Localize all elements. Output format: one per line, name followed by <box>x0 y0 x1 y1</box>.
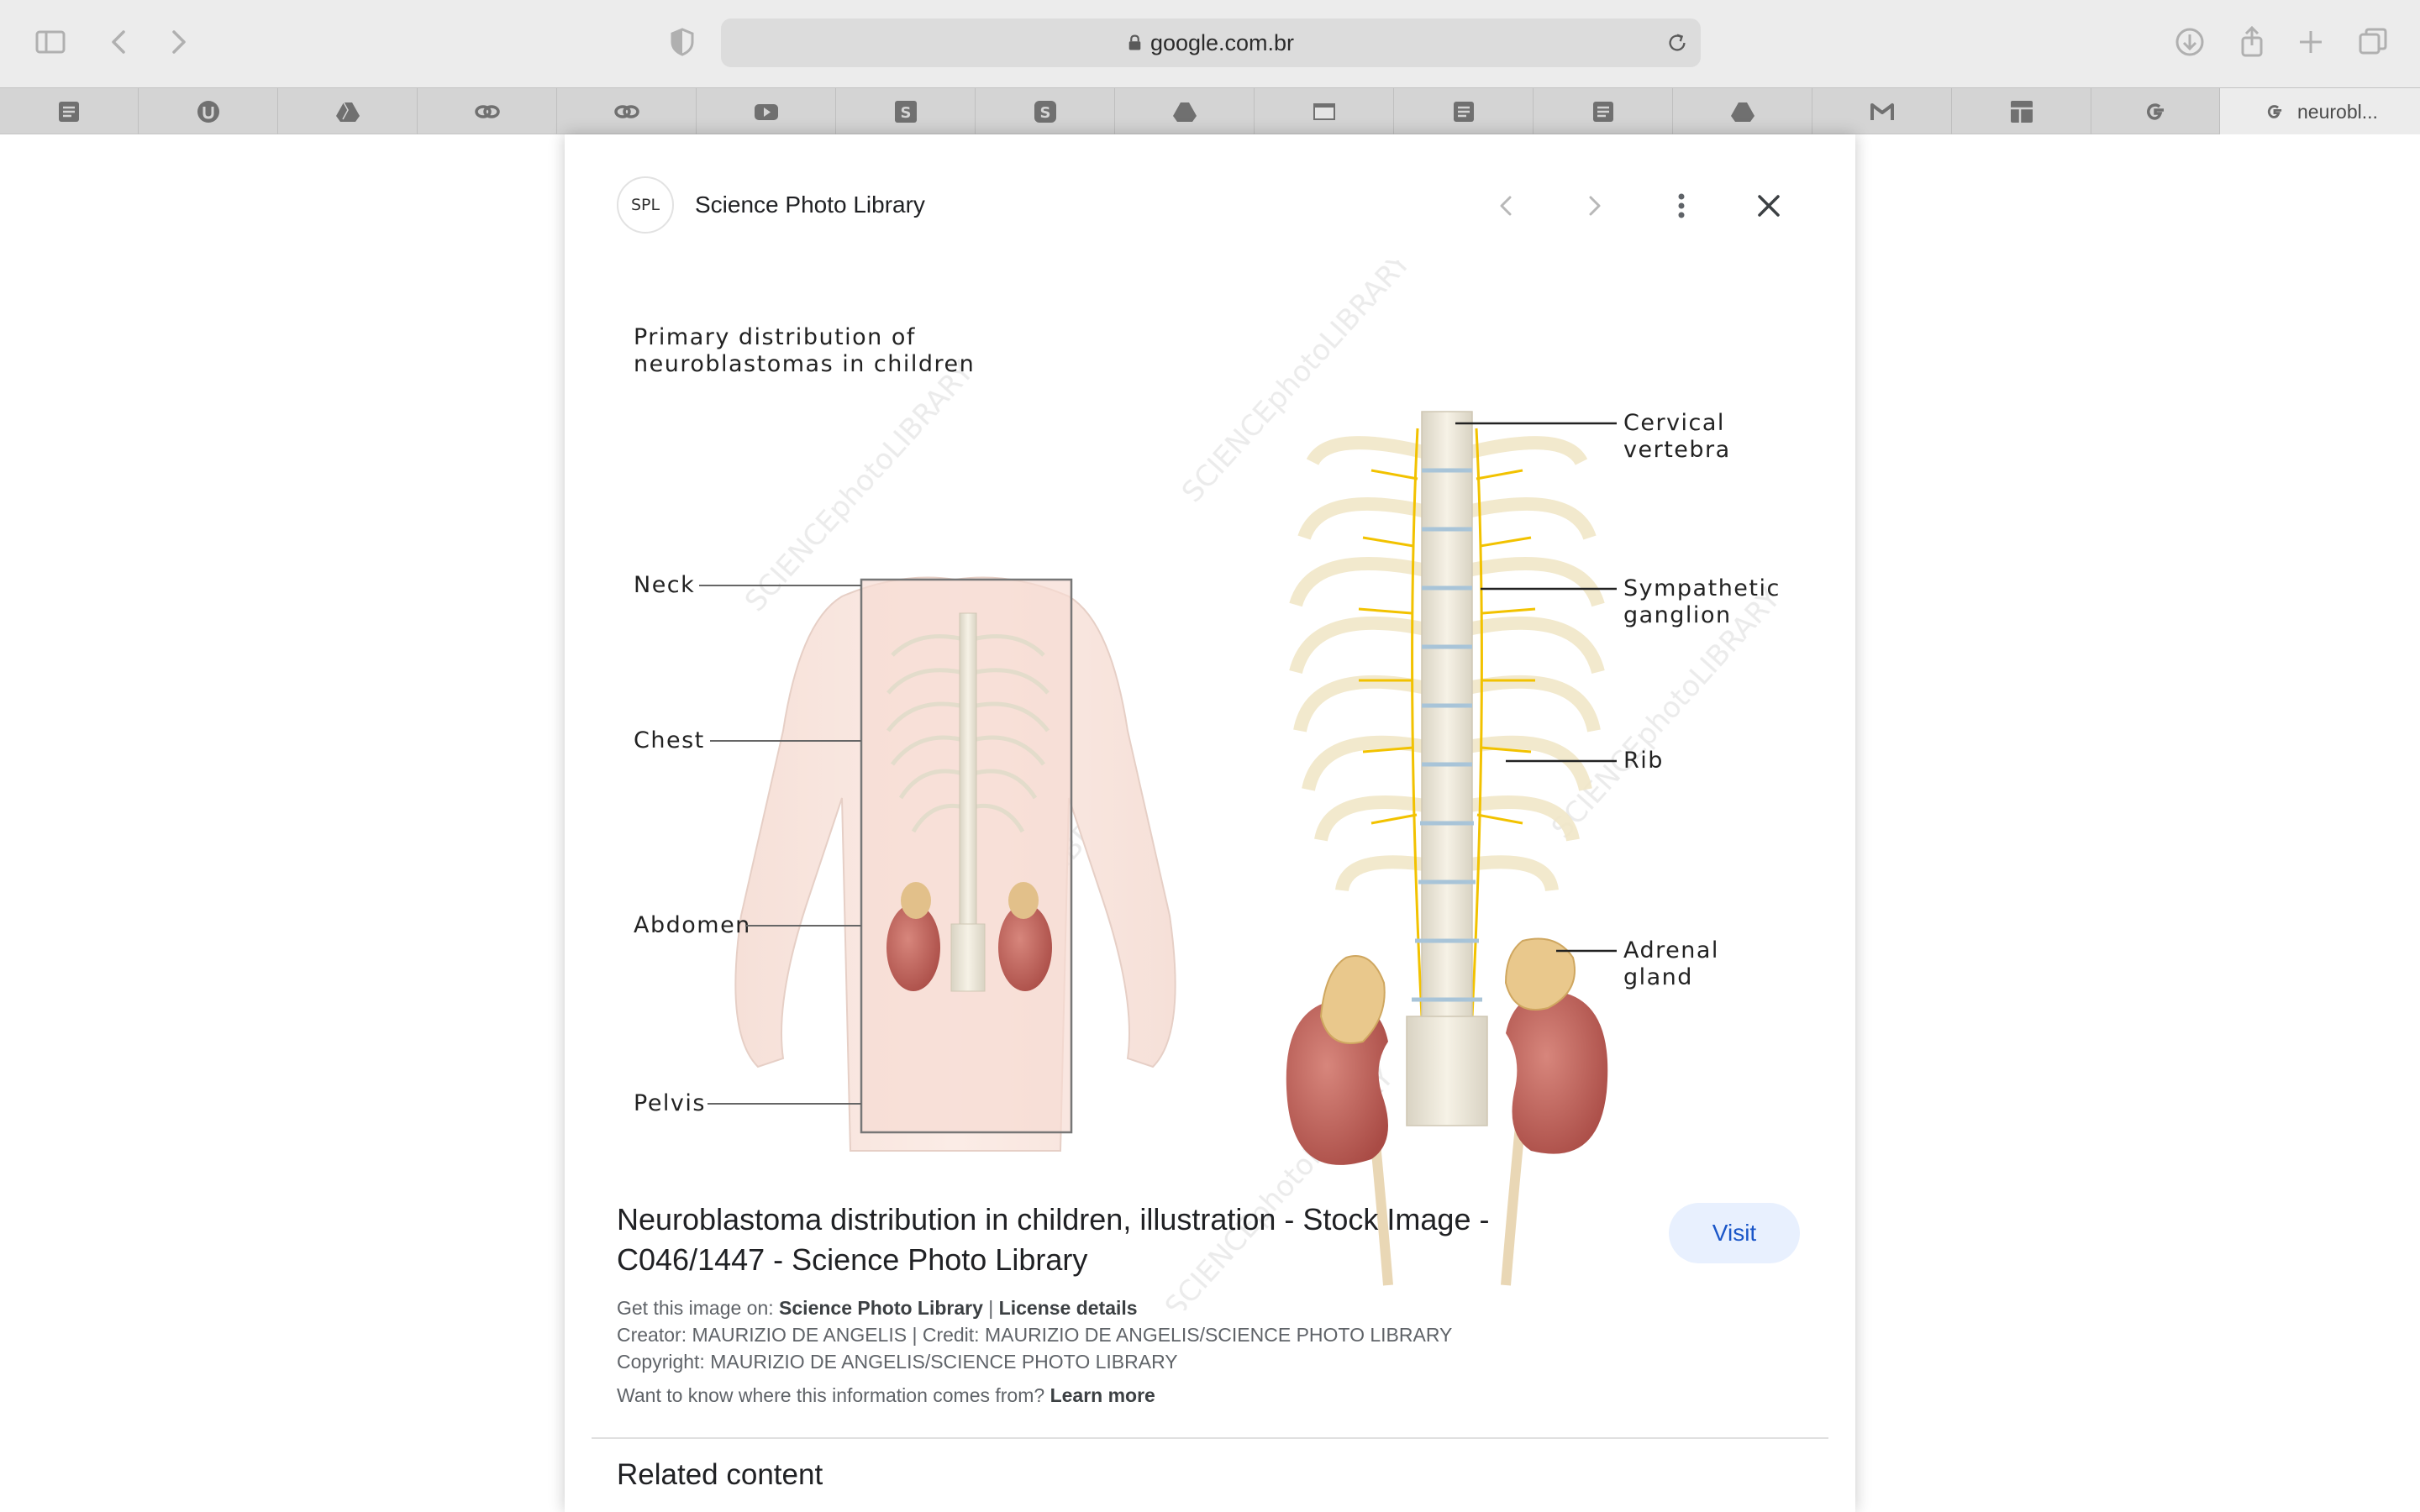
image-source-line: Get this image on: Science Photo Library… <box>617 1297 1138 1320</box>
tab-link-2[interactable] <box>557 88 697 135</box>
image-source-link[interactable]: Science Photo Library <box>779 1297 983 1319</box>
anatomy-labels: Cervical vertebra Sympathetic ganglion R… <box>1623 410 1781 990</box>
drive-icon <box>1730 102 1754 122</box>
info-question: Want to know where this information come… <box>617 1384 1045 1406</box>
drive-icon <box>1172 102 1197 122</box>
label-cervical-2: vertebra <box>1623 437 1731 463</box>
new-tab-icon[interactable] <box>2289 20 2333 64</box>
image-preview-panel: SPL Science Photo Library SCIENCEphotoLI… <box>565 134 1855 1512</box>
learn-more-link[interactable]: Learn more <box>1050 1384 1155 1406</box>
previous-image-button[interactable] <box>1484 183 1529 228</box>
tab-youtube[interactable] <box>697 88 836 135</box>
svg-text:S: S <box>900 104 911 122</box>
more-vert-icon <box>1678 193 1685 218</box>
address-bar[interactable]: google.com.br <box>721 18 1701 67</box>
tab-udemy[interactable] <box>139 88 278 135</box>
tab-s-app-2[interactable]: S <box>976 88 1115 135</box>
source-name[interactable]: Science Photo Library <box>695 192 925 218</box>
creator-line: Creator: MAURIZIO DE ANGELIS | Credit: M… <box>617 1324 1453 1346</box>
tab-window[interactable] <box>1255 88 1394 135</box>
window-icon <box>1313 103 1335 120</box>
label-chest: Chest <box>634 727 705 753</box>
label-adrenal-2: gland <box>1623 964 1693 990</box>
back-icon[interactable] <box>97 20 141 64</box>
link-icon <box>613 105 639 118</box>
downloads-icon[interactable] <box>2168 20 2212 64</box>
next-image-button[interactable] <box>1571 183 1617 228</box>
google-icon <box>2267 105 2282 118</box>
child-body-figure <box>734 576 1176 1152</box>
s-app-icon: S <box>1034 101 1056 123</box>
privacy-shield-icon[interactable] <box>660 20 704 64</box>
info-source-line: Want to know where this information come… <box>617 1384 1155 1407</box>
license-details-link[interactable]: License details <box>999 1297 1138 1319</box>
browser-toolbar: google.com.br <box>0 0 2420 87</box>
tab-doc-3[interactable] <box>1534 88 1673 135</box>
grid-icon <box>2010 101 2033 123</box>
copyright-line: Copyright: MAURIZIO DE ANGELIS/SCIENCE P… <box>617 1351 1178 1373</box>
doc-icon <box>1592 102 1613 122</box>
get-image-label: Get this image on: <box>617 1297 774 1319</box>
chevron-right-icon <box>1589 196 1601 216</box>
youtube-icon <box>754 104 778 120</box>
more-options-button[interactable] <box>1659 183 1704 228</box>
divider <box>592 1437 1828 1439</box>
svg-text:S: S <box>1039 104 1050 122</box>
tab-drive-2[interactable] <box>1115 88 1255 135</box>
tab-doc-2[interactable] <box>1394 88 1534 135</box>
spine-detail-figure <box>1286 411 1608 1286</box>
separator: | <box>988 1297 994 1319</box>
drive-icon <box>335 102 360 122</box>
illustration-heading-line2: neuroblastomas in children <box>634 351 975 377</box>
tab-doc[interactable] <box>0 88 139 135</box>
close-button[interactable] <box>1746 183 1791 228</box>
tab-link[interactable] <box>418 88 557 135</box>
lock-icon <box>1128 34 1141 50</box>
tab-s-app[interactable]: S <box>836 88 976 135</box>
tab-title: neurobl... <box>2297 100 2378 123</box>
tab-overview-icon[interactable] <box>2351 20 2395 64</box>
link-icon <box>474 105 500 118</box>
label-cervical-1: Cervical <box>1623 410 1725 436</box>
neuroblastoma-illustration[interactable]: SCIENCEphotoLIBRARY SCIENCEphotoLIBRARY … <box>590 260 1833 1310</box>
illustration-heading-line1: Primary distribution of <box>634 324 916 350</box>
label-abdomen: Abdomen <box>634 912 751 938</box>
s-app-icon: S <box>894 101 917 123</box>
tab-drive[interactable] <box>278 88 418 135</box>
tab-drive-3[interactable] <box>1673 88 1812 135</box>
reload-icon[interactable] <box>1665 31 1689 55</box>
doc-icon <box>1453 102 1474 122</box>
google-icon <box>2147 103 2164 120</box>
tab-gmail[interactable] <box>1812 88 1952 135</box>
label-neck: Neck <box>634 572 695 598</box>
url-text: google.com.br <box>1150 29 1295 55</box>
image-title[interactable]: Neuroblastoma distribution in children, … <box>617 1200 1541 1280</box>
tab-active-google-search[interactable]: neurobl... <box>2220 88 2420 135</box>
gmail-icon <box>1870 103 1894 120</box>
related-content-heading: Related content <box>617 1458 823 1491</box>
tab-grid[interactable] <box>1952 88 2091 135</box>
share-icon[interactable] <box>2230 20 2274 64</box>
close-icon <box>1758 195 1780 217</box>
region-labels: Neck Chest Abdomen Pelvis <box>634 572 751 1116</box>
sidebar-toggle-icon[interactable] <box>29 20 72 64</box>
chevron-left-icon <box>1500 196 1512 216</box>
label-sympathetic-1: Sympathetic <box>1623 575 1781 601</box>
label-pelvis: Pelvis <box>634 1090 706 1116</box>
label-adrenal-1: Adrenal <box>1623 937 1719 963</box>
label-sympathetic-2: ganglion <box>1623 602 1732 628</box>
tab-google[interactable] <box>2091 88 2220 135</box>
doc-icon <box>59 102 79 122</box>
tab-bar: S S neurobl... <box>0 87 2420 135</box>
forward-icon[interactable] <box>156 20 200 64</box>
label-rib: Rib <box>1623 748 1664 774</box>
visit-button[interactable]: Visit <box>1669 1203 1800 1263</box>
udemy-icon <box>197 101 219 123</box>
source-logo[interactable]: SPL <box>617 176 674 234</box>
